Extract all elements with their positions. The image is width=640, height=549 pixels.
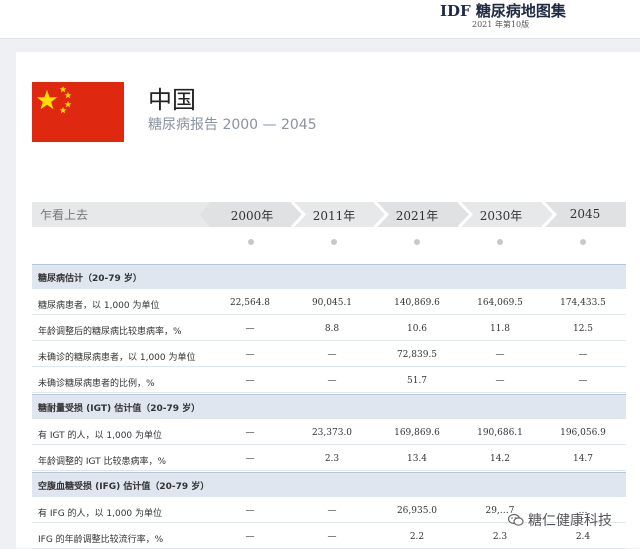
cell-2021: 10.6 xyxy=(406,324,428,334)
cell-2030: — xyxy=(495,350,505,360)
atlas-edition: 2021 年第10版 xyxy=(472,20,530,29)
section-diabetes: 糖尿病估计（20-79 岁） xyxy=(32,264,626,289)
year-2045[interactable]: 2045 xyxy=(545,202,625,227)
timeline-dot-2021 xyxy=(414,239,420,245)
cell-2021: 169,869.6 xyxy=(394,428,440,438)
cell-2021: 13.4 xyxy=(406,454,428,464)
table-row: 有 IGT 的人，以 1,000 为单位 — 23,373.0 169,869.… xyxy=(32,420,626,445)
cell-2030: 190,686.1 xyxy=(477,428,523,438)
cell-2000: — xyxy=(245,428,255,438)
cell-2000: — xyxy=(245,324,255,334)
cell-2000: — xyxy=(245,376,255,386)
cell-2045: 196,056.9 xyxy=(560,428,606,438)
cell-2045: — xyxy=(578,376,588,386)
cell-2021: 140,869.6 xyxy=(394,298,440,308)
cell-2011: — xyxy=(327,506,337,516)
table-row: 未确诊糖尿病患者的比例，% — — 51.7 — — xyxy=(32,368,626,393)
row-label: 有 IGT 的人，以 1,000 为单位 xyxy=(38,431,163,441)
cell-2021: 51.7 xyxy=(406,376,428,386)
row-label: 未确诊糖尿病患者的比例，% xyxy=(38,379,155,389)
wechat-icon xyxy=(507,513,524,527)
table-row: 未确诊的糖尿病患者，以 1,000 为单位 — — 72,839.5 — — xyxy=(32,342,626,367)
cell-2000: — xyxy=(245,506,255,516)
country-name: 中国 xyxy=(148,86,196,114)
timeline-bar: 乍看上去 2000年 2011年 2021年 2030年 2045 xyxy=(32,202,626,227)
cell-2011: 90,045.1 xyxy=(311,298,353,308)
table-row: 年龄调整后的糖尿病比较患病率，% — 8.8 10.6 11.8 12.5 xyxy=(32,316,626,341)
cell-2011: — xyxy=(327,376,337,386)
timeline-dot-2045 xyxy=(580,239,586,245)
cell-2011: 8.8 xyxy=(324,324,340,334)
section-title: 空腹血糖受损 (IFG) 估计值（20-79 岁） xyxy=(38,482,210,492)
row-label: 未确诊的糖尿病患者，以 1,000 为单位 xyxy=(38,353,196,363)
table-row: 年龄调整的 IGT 比较患病率，% — 2.3 13.4 14.2 14.7 xyxy=(32,446,626,471)
timeline-dot-2030 xyxy=(497,239,503,245)
watermark-text: 糖仁健康科技 xyxy=(528,513,612,529)
cell-2000: — xyxy=(245,350,255,360)
cell-2000: — xyxy=(245,454,255,464)
cell-2011: — xyxy=(327,350,337,360)
cell-2030: 14.2 xyxy=(489,454,511,464)
cell-2011: 2.3 xyxy=(324,454,340,464)
cell-2000: — xyxy=(245,532,255,542)
row-label: 年龄调整的 IGT 比较患病率，% xyxy=(38,457,167,467)
report-subtitle: 糖尿病报告 2000 — 2045 xyxy=(148,117,317,133)
cell-2011: 23,373.0 xyxy=(311,428,353,438)
cell-2011: — xyxy=(327,532,337,542)
watermark: 糖仁健康科技 xyxy=(507,510,612,530)
cell-2021: 26,935.0 xyxy=(396,506,438,516)
year-2000[interactable]: 2000年 xyxy=(212,202,292,227)
cell-2000: 22,564.8 xyxy=(229,298,271,308)
year-2030[interactable]: 2030年 xyxy=(461,202,541,227)
top-bar: IDF 糖尿病地图集 2021 年第10版 xyxy=(0,0,640,39)
year-2021[interactable]: 2021年 xyxy=(377,202,457,227)
cell-2045: 174,433.5 xyxy=(560,298,606,308)
year-2011[interactable]: 2011年 xyxy=(294,202,374,227)
china-flag-icon xyxy=(32,82,124,142)
cell-2030: 2.3 xyxy=(492,532,508,542)
cell-2045: 14.7 xyxy=(572,454,594,464)
cell-2045: 12.5 xyxy=(572,324,594,334)
cell-2030: 11.8 xyxy=(489,324,511,334)
row-label: 糖尿病患者，以 1,000 为单位 xyxy=(38,301,160,311)
table-row: 糖尿病患者，以 1,000 为单位 22,564.8 90,045.1 140,… xyxy=(32,290,626,315)
atlas-title: IDF 糖尿病地图集 xyxy=(440,2,566,20)
timeline-dot-2011 xyxy=(331,239,337,245)
row-label: IFG 的年龄调整比较流行率，% xyxy=(38,535,164,545)
section-ifg: 空腹血糖受损 (IFG) 估计值（20-79 岁） xyxy=(32,472,626,497)
cell-2045: 2.4 xyxy=(575,532,591,542)
timeline-dot-2000 xyxy=(248,239,254,245)
section-title: 糖耐量受损 (IGT) 估计值（20-79 岁） xyxy=(38,404,201,414)
row-label: 有 IFG 的人，以 1,000 为单位 xyxy=(38,509,163,519)
section-igt: 糖耐量受损 (IGT) 估计值（20-79 岁） xyxy=(32,394,626,419)
cell-2030: 164,069.5 xyxy=(477,298,523,308)
cell-2030: — xyxy=(495,376,505,386)
cell-2021: 2.2 xyxy=(409,532,425,542)
row-label: 年龄调整后的糖尿病比较患病率，% xyxy=(38,327,182,337)
section-title: 糖尿病估计（20-79 岁） xyxy=(38,274,142,284)
cell-2045: — xyxy=(578,350,588,360)
cell-2021: 72,839.5 xyxy=(396,350,438,360)
